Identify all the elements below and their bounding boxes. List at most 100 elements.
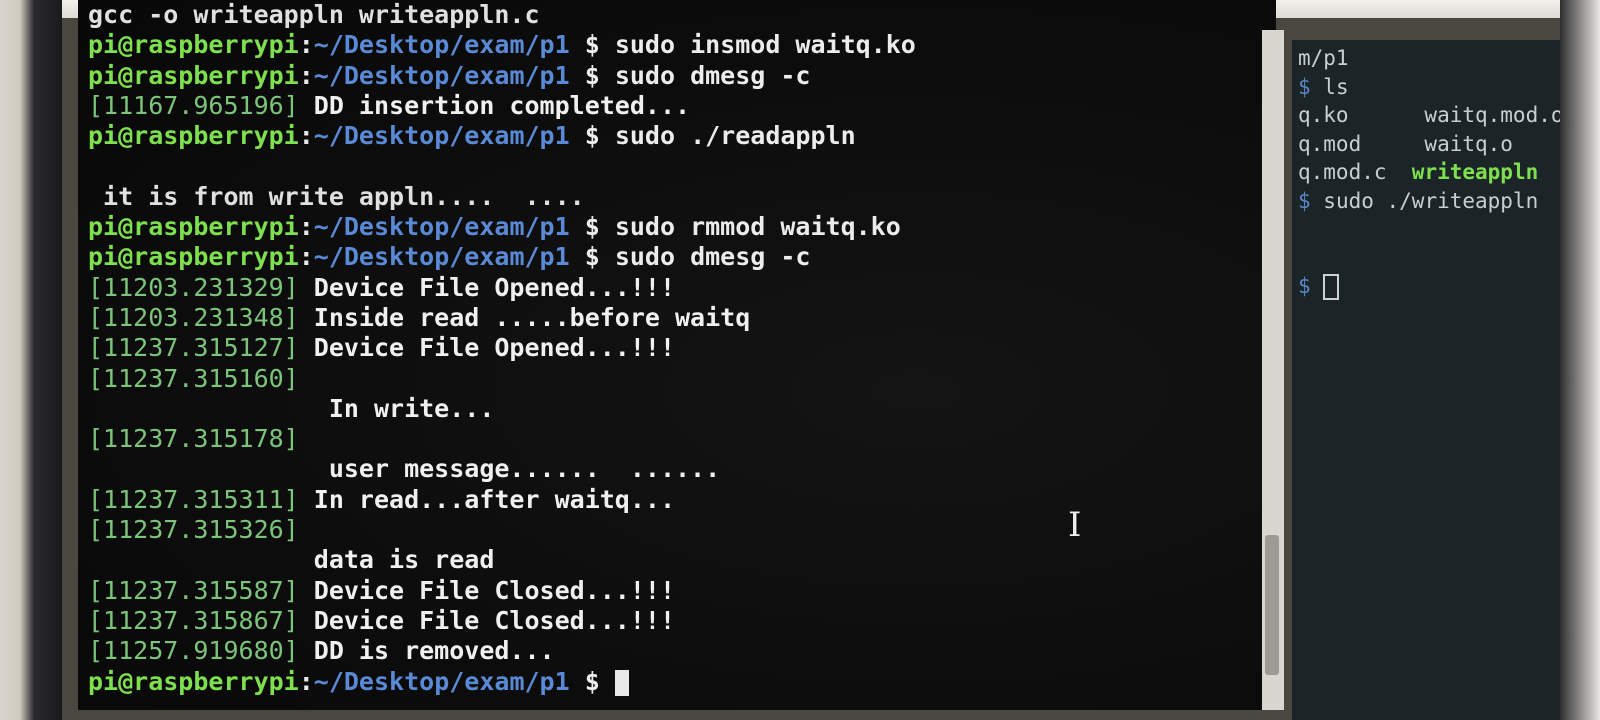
- terminal-line: [11203.231348] Inside read .....before w…: [88, 303, 916, 333]
- terminal-line: [11237.315160]: [88, 364, 916, 394]
- prompt-user: pi@raspberrypi: [88, 242, 299, 272]
- prompt-path: ~/Desktop/exam/p1: [313, 30, 570, 60]
- prompt-path: ~/Desktop/exam/p1: [313, 666, 570, 696]
- terminal-line: pi@raspberrypi:~/Desktop/exam/p1 $: [88, 667, 916, 697]
- side-text: q.mod waitq.o: [1298, 131, 1513, 156]
- prompt-dollar: $: [569, 30, 615, 60]
- terminal-line: user message...... ......: [88, 454, 916, 484]
- log-timestamp: [11237.315867]: [88, 605, 299, 635]
- prompt-user: pi@raspberrypi: [88, 121, 299, 151]
- prompt-dollar: $: [569, 121, 615, 151]
- terminal-line: [11237.315587] Device File Closed...!!!: [88, 576, 916, 606]
- prompt-path: ~/Desktop/exam/p1: [313, 212, 570, 242]
- log-message: data is read: [88, 545, 495, 575]
- terminal-output: gcc -o writeappln writeappln.c pi@raspber…: [88, 0, 916, 697]
- log-timestamp: [11237.315160]: [88, 363, 299, 393]
- prompt-separator: :: [298, 30, 314, 60]
- prompt-separator: :: [298, 60, 314, 90]
- log-timestamp: [11167.965196]: [88, 90, 299, 120]
- terminal-line: pi@raspberrypi:~/Desktop/exam/p1 $ sudo …: [88, 212, 916, 242]
- side-text: m/p1: [1298, 46, 1349, 70]
- side-terminal-output: m/p1 $ ls q.ko waitq.mod.o q.mod waitq.o q.m…: [1298, 44, 1560, 301]
- output-text: gcc -o writeappln writeappln.c: [88, 0, 540, 29]
- terminal-line: In write...: [88, 394, 916, 424]
- log-timestamp: [11237.315326]: [88, 515, 299, 545]
- prompt-path: ~/Desktop/exam/p1: [313, 121, 570, 151]
- terminal-line: [11237.315127] Device File Opened...!!!: [88, 333, 916, 363]
- terminal-block-cursor: [614, 669, 629, 696]
- terminal-line: it is from write appln.... ....: [88, 182, 916, 212]
- side-terminal-line: [1298, 244, 1560, 273]
- side-terminal-line: $ ls: [1298, 73, 1560, 102]
- log-message: DD is removed...: [298, 636, 555, 666]
- terminal-line: [11237.315178]: [88, 424, 916, 454]
- command-text: sudo rmmod waitq.ko: [614, 212, 901, 242]
- log-timestamp: [11237.315311]: [88, 484, 299, 514]
- log-message: Device File Opened...!!!: [298, 333, 676, 363]
- prompt-dollar: $: [569, 212, 615, 242]
- side-terminal-line: m/p1: [1298, 44, 1560, 73]
- terminal-scrollbar-thumb[interactable]: [1265, 535, 1279, 675]
- prompt-user: pi@raspberrypi: [88, 212, 299, 242]
- log-message: user message...... ......: [88, 454, 721, 484]
- log-timestamp: [11203.231348]: [88, 302, 299, 332]
- command-text: sudo insmod waitq.ko: [614, 30, 916, 60]
- log-timestamp: [11237.315127]: [88, 333, 299, 363]
- side-text: ls: [1323, 74, 1349, 99]
- terminal-line: gcc -o writeappln writeappln.c: [88, 0, 916, 30]
- prompt-dollar: $: [569, 60, 615, 90]
- side-text: q.ko waitq.mod.o: [1298, 103, 1560, 127]
- log-message: In write...: [88, 393, 495, 423]
- prompt-user: pi@raspberrypi: [88, 666, 299, 696]
- side-text: sudo ./writeappln: [1323, 188, 1539, 213]
- log-timestamp: [11203.231329]: [88, 272, 299, 302]
- side-text: writeappln: [1411, 160, 1539, 184]
- side-terminal-line: [1298, 215, 1560, 244]
- prompt-separator: :: [298, 121, 314, 151]
- log-message: Device File Closed...!!!: [298, 605, 676, 635]
- terminal-line: [11167.965196] DD insertion completed...: [88, 91, 916, 121]
- log-message: DD insertion completed...: [298, 90, 691, 120]
- side-terminal-line: q.ko waitq.mod.o: [1298, 101, 1560, 130]
- command-text: sudo dmesg -c: [614, 60, 811, 90]
- log-message: Device File Closed...!!!: [298, 575, 676, 605]
- prompt-user: pi@raspberrypi: [88, 30, 299, 60]
- prompt-separator: :: [298, 666, 314, 696]
- terminal-line: [11203.231329] Device File Opened...!!!: [88, 273, 916, 303]
- terminal-hollow-cursor: [1323, 274, 1340, 300]
- terminal-line: [11237.315867] Device File Closed...!!!: [88, 606, 916, 636]
- log-timestamp: [11237.315587]: [88, 575, 299, 605]
- side-terminal-line: q.mod.c writeappln: [1298, 158, 1560, 187]
- terminal-line: pi@raspberrypi:~/Desktop/exam/p1 $ sudo …: [88, 242, 916, 272]
- terminal-line: pi@raspberrypi:~/Desktop/exam/p1 $ sudo …: [88, 30, 916, 60]
- side-terminal-line: $ sudo ./writeappln: [1298, 187, 1560, 216]
- prompt-path: ~/Desktop/exam/p1: [313, 242, 570, 272]
- side-text: $: [1298, 188, 1324, 213]
- prompt-dollar: $: [569, 666, 615, 696]
- log-timestamp: [11237.315178]: [88, 424, 299, 454]
- command-text: sudo ./readappln: [614, 121, 856, 151]
- side-text: $: [1298, 274, 1324, 298]
- side-text: q.mod.c: [1298, 160, 1412, 184]
- log-timestamp: [11257.919680]: [88, 636, 299, 666]
- prompt-path: ~/Desktop/exam/p1: [313, 60, 570, 90]
- text-cursor-ibeam-icon: I: [1068, 505, 1082, 545]
- main-terminal-window[interactable]: gcc -o writeappln writeappln.c pi@raspber…: [78, 0, 1276, 710]
- log-message: In read...after waitq...: [298, 484, 676, 514]
- prompt-separator: :: [298, 212, 314, 242]
- terminal-line: [11257.919680] DD is removed...: [88, 636, 916, 666]
- side-terminal-line: q.mod waitq.o: [1298, 130, 1560, 159]
- terminal-line: pi@raspberrypi:~/Desktop/exam/p1 $ sudo …: [88, 61, 916, 91]
- side-text: $: [1298, 74, 1324, 99]
- side-terminal-window[interactable]: m/p1 $ ls q.ko waitq.mod.o q.mod waitq.o q.m…: [1292, 40, 1560, 720]
- side-terminal-line: $: [1298, 272, 1560, 301]
- log-message: Inside read .....before waitq: [298, 302, 751, 332]
- prompt-user: pi@raspberrypi: [88, 60, 299, 90]
- monitor-bezel-right: [1560, 0, 1600, 720]
- command-text: sudo dmesg -c: [614, 242, 811, 272]
- monitor-bezel-left: [0, 0, 62, 720]
- prompt-separator: :: [298, 242, 314, 272]
- terminal-line: [11237.315311] In read...after waitq...: [88, 485, 916, 515]
- log-message: Device File Opened...!!!: [298, 272, 676, 302]
